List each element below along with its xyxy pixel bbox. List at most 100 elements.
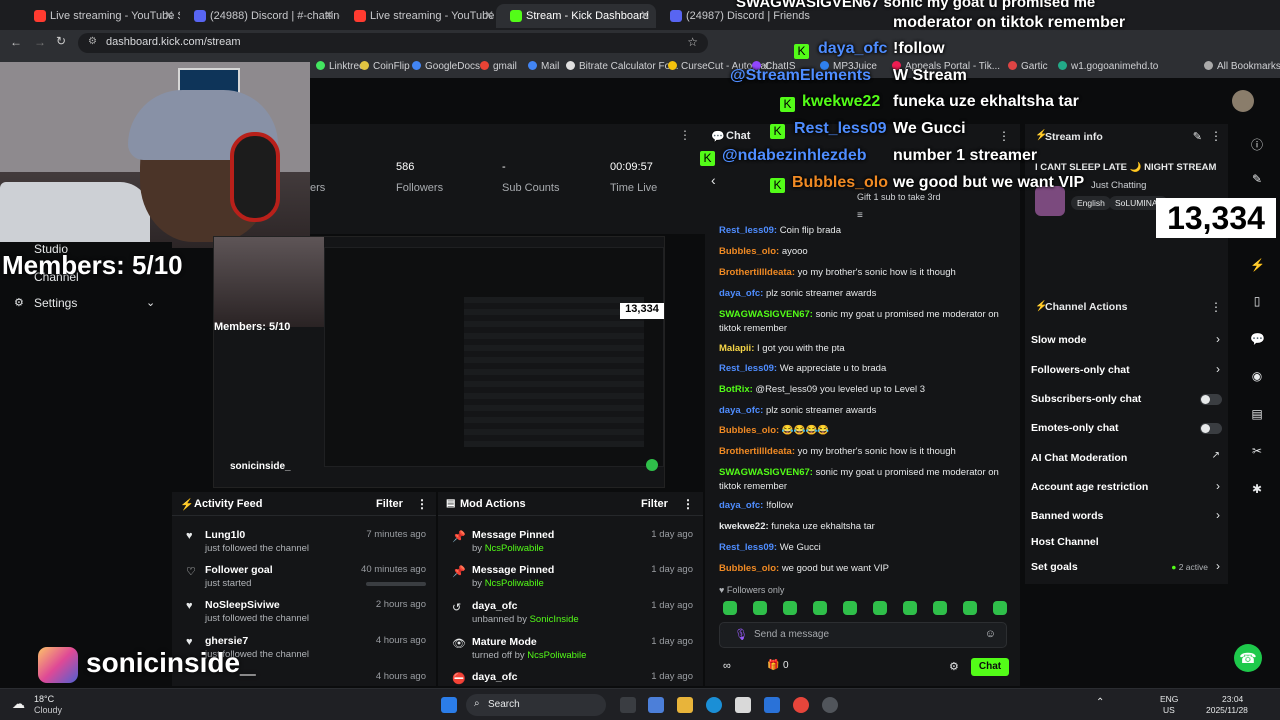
emote-icon[interactable] <box>783 601 797 615</box>
layout-icon[interactable]: ▤ <box>1250 407 1264 421</box>
mic-icon[interactable]: 🎙 <box>734 628 748 641</box>
support-chat-icon[interactable]: ☎ <box>1234 644 1262 672</box>
chat-username[interactable]: Bubbles_olo: <box>719 425 782 436</box>
emote-icon[interactable] <box>843 601 857 615</box>
filter-button[interactable]: Filter <box>641 498 668 510</box>
edge-icon[interactable] <box>706 697 722 713</box>
chat-username[interactable]: Rest_less09: <box>719 225 780 236</box>
address-bar[interactable]: ⚙ dashboard.kick.com/stream ☆ <box>78 33 708 53</box>
emoji-icon[interactable]: ☺ <box>985 628 996 640</box>
bookmark[interactable]: w1.gogoanimehd.to <box>1058 61 1158 72</box>
avatar[interactable] <box>1232 90 1254 112</box>
chat-send-button[interactable]: Chat <box>971 658 1009 676</box>
mod-user-link[interactable]: SonicInside <box>530 614 579 625</box>
more-icon[interactable]: ⋮ <box>1210 129 1222 143</box>
obs-icon[interactable] <box>822 697 838 713</box>
stream-preview[interactable]: 13,334 Members: 5/10 sonicinside_ <box>213 236 665 488</box>
edit-icon[interactable]: ✎ <box>1250 172 1264 186</box>
chat-username[interactable]: Rest_less09: <box>719 542 780 553</box>
bookmark[interactable]: CoinFlip <box>360 61 410 72</box>
taskbar-search[interactable]: ⌕ Search <box>466 694 606 716</box>
store-icon[interactable] <box>735 697 751 713</box>
chevron-left-icon[interactable]: ‹ <box>711 172 716 188</box>
browser-tab-active[interactable]: Stream - Kick Dashboard ✕ <box>496 4 656 28</box>
chat-username[interactable]: kwekwe22: <box>719 521 771 532</box>
emote-icon[interactable] <box>723 601 737 615</box>
folder-icon[interactable] <box>677 697 693 713</box>
chat-username[interactable]: Malapii: <box>719 343 757 354</box>
input-language[interactable]: ENG <box>1160 694 1178 704</box>
close-icon[interactable]: ✕ <box>484 8 494 22</box>
close-icon[interactable]: ✕ <box>164 8 174 22</box>
reload-icon[interactable]: ↻ <box>56 34 66 48</box>
chevron-up-icon[interactable]: ⌃ <box>1096 697 1104 708</box>
bookmark[interactable]: Mail <box>528 61 559 72</box>
chat-username[interactable]: daya_ofc: <box>719 288 766 299</box>
site-info-icon[interactable]: ⚙ <box>88 36 97 47</box>
edit-icon[interactable]: ✎ <box>1193 130 1202 143</box>
mail-icon[interactable] <box>764 697 780 713</box>
emote-icon[interactable] <box>963 601 977 615</box>
bookmark[interactable]: Bitrate Calculator Fo... <box>566 61 678 72</box>
chat-username[interactable]: BotRix: <box>719 384 755 395</box>
gift-sub-text[interactable]: Gift 1 sub to take 3rd <box>857 192 941 202</box>
task-view-icon[interactable] <box>620 697 636 713</box>
browser-tab[interactable]: (24988) Discord | #-chatting | N✕ <box>180 4 340 28</box>
chat-username[interactable]: SWAGWASIGVEN67: <box>719 467 816 478</box>
emote-icon[interactable] <box>903 601 917 615</box>
chat-username[interactable]: SWAGWASIGVEN67: <box>719 309 816 320</box>
chat-icon[interactable]: 💬 <box>1250 332 1265 346</box>
close-icon[interactable]: ✕ <box>324 8 334 22</box>
chat-username[interactable]: Bubbles_olo: <box>719 563 782 574</box>
gear-icon[interactable]: ⚙ <box>949 660 959 673</box>
chat-username[interactable]: daya_ofc: <box>719 405 766 416</box>
chat-username[interactable]: Rest_less09: <box>719 363 780 374</box>
info-icon[interactable]: ⓘ <box>1250 136 1264 152</box>
emote-icon[interactable] <box>933 601 947 615</box>
category-name[interactable]: Just Chatting <box>1091 180 1146 191</box>
tools-icon[interactable]: ✂ <box>1250 444 1264 458</box>
chrome-icon[interactable] <box>793 697 809 713</box>
bookmark[interactable]: gmail <box>480 61 517 72</box>
chat-username[interactable]: Brothertillldeata: <box>719 267 798 278</box>
forward-icon[interactable]: → <box>34 35 46 49</box>
windows-start-icon[interactable] <box>441 697 457 713</box>
chevron-down-icon[interactable]: ⌄ <box>146 296 155 309</box>
emote-icon[interactable] <box>993 601 1007 615</box>
mod-user-link[interactable]: NcsPoliwabile <box>485 543 544 554</box>
close-icon[interactable]: ✕ <box>640 8 650 22</box>
bookmark[interactable]: Linktree <box>316 61 365 72</box>
emote-icon[interactable] <box>813 601 827 615</box>
more-icon[interactable]: ⋮ <box>416 497 428 511</box>
filter-button[interactable]: Filter <box>376 498 403 510</box>
subscribers-only-toggle[interactable] <box>1200 394 1222 405</box>
more-icon[interactable]: ⋮ <box>998 129 1010 143</box>
back-icon[interactable]: ← <box>10 35 22 49</box>
puzzle-icon[interactable]: ✱ <box>1250 482 1264 496</box>
bookmark[interactable]: GoogleDocs <box>412 61 480 72</box>
emotes-only-toggle[interactable] <box>1200 423 1222 434</box>
collapse-icon[interactable]: ≡ <box>857 210 863 221</box>
mod-user-link[interactable]: NcsPoliwabile <box>485 578 544 589</box>
phone-icon[interactable]: ▯ <box>1250 294 1264 308</box>
emote-icon[interactable] <box>873 601 887 615</box>
more-icon[interactable]: ⋮ <box>682 497 694 511</box>
broadcast-icon[interactable]: ◉ <box>1250 369 1264 383</box>
bookmark[interactable]: Gartic <box>1008 61 1048 72</box>
lightning-icon[interactable]: ⚡ <box>1250 258 1265 272</box>
chat-username[interactable]: daya_ofc: <box>719 500 766 511</box>
more-icon[interactable]: ⋮ <box>679 128 691 142</box>
emote-icon[interactable] <box>753 601 767 615</box>
sidebar-item-settings[interactable]: Settings <box>34 296 77 310</box>
app-icon[interactable] <box>648 697 664 713</box>
browser-tab[interactable]: Live streaming - YouTube Studio✕ <box>340 4 500 28</box>
star-icon[interactable]: ☆ <box>687 35 698 49</box>
infinity-icon[interactable]: ∞ <box>723 660 731 672</box>
mod-user-link[interactable]: NcsPoliwabile <box>527 650 586 661</box>
gift-icon[interactable]: 🎁 <box>767 660 779 671</box>
browser-tab[interactable]: Live streaming - YouTube Studio✕ <box>20 4 180 28</box>
chat-username[interactable]: Bubbles_olo: <box>719 246 782 257</box>
more-icon[interactable]: ⋮ <box>1210 300 1222 314</box>
all-bookmarks[interactable]: All Bookmarks <box>1204 61 1280 72</box>
chat-input[interactable]: 🎙 Send a message ☺ <box>719 622 1007 648</box>
